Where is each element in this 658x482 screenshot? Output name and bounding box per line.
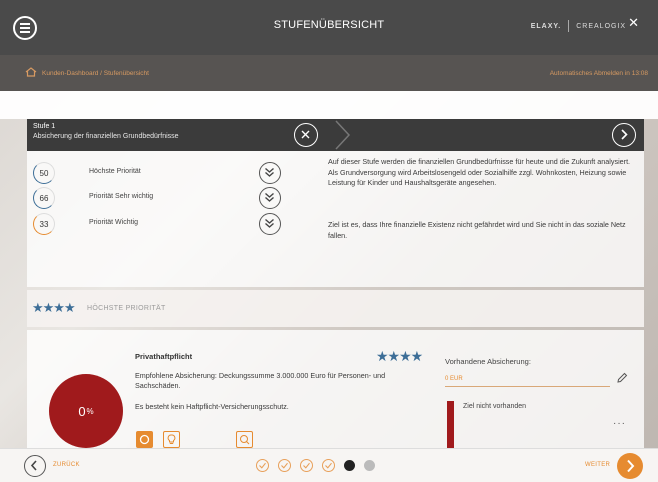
- step-done-icon[interactable]: [278, 459, 291, 472]
- lightbulb-icon: [167, 434, 176, 444]
- magnify-icon: [139, 434, 150, 445]
- chevron-left-icon: [30, 460, 37, 471]
- priority-count: 50: [33, 162, 55, 184]
- priority-label: Priorität Sehr wichtig: [89, 193, 154, 200]
- back-button[interactable]: [24, 455, 46, 477]
- existing-coverage-value[interactable]: 0 EUR: [445, 376, 463, 382]
- back-label[interactable]: ZURÜCK: [53, 462, 80, 468]
- product-stars: ★★★★: [376, 348, 423, 364]
- search-icon: [240, 435, 250, 445]
- top-bar: STUFENÜBERSICHT ELAXY. CREALOGIX ✕: [0, 0, 658, 55]
- level-header: Stufe 1 Absicherung der finanziellen Gru…: [27, 119, 644, 151]
- section-title: HÖCHSTE PRIORITÄT: [87, 305, 166, 312]
- step-indicator: [256, 459, 375, 472]
- priority-row: 66 Priorität Sehr wichtig: [27, 187, 297, 209]
- step-done-icon[interactable]: [256, 459, 269, 472]
- coverage-percent-value: 0: [78, 403, 86, 419]
- brand-crealogix: CREALOGIX: [576, 22, 627, 30]
- search-button[interactable]: [236, 431, 253, 448]
- coverage-percent-circle: 0%: [49, 374, 123, 448]
- input-underline: [445, 386, 610, 387]
- percent-sign: %: [86, 406, 94, 416]
- existing-coverage-label: Vorhandene Absicherung:: [445, 357, 531, 366]
- priority-label: Höchste Priorität: [89, 168, 141, 175]
- brand-elaxy: ELAXY.: [530, 22, 562, 30]
- section-stars: ★★★★: [32, 300, 76, 315]
- close-level-button[interactable]: [294, 123, 318, 147]
- spacer-strip: [0, 91, 658, 119]
- next-label[interactable]: WEITER: [585, 462, 610, 468]
- breadcrumb-bar: Kunden-Dashboard / Stufenübersicht Autom…: [0, 55, 658, 91]
- step-done-icon[interactable]: [322, 459, 335, 472]
- priority-label: Priorität Wichtig: [89, 219, 139, 226]
- level-explanation: Auf dieser Stufe werden die finanziellen…: [328, 157, 631, 187]
- recommended-coverage: Empfohlene Absicherung: Deckungssumme 3.…: [135, 371, 386, 390]
- breadcrumb[interactable]: Kunden-Dashboard / Stufenübersicht: [42, 70, 149, 77]
- priority-count: 66: [33, 187, 55, 209]
- expand-priority-button[interactable]: [259, 213, 281, 235]
- close-icon: [301, 130, 310, 139]
- brand-star-icon: ✕: [628, 15, 640, 30]
- next-button[interactable]: [617, 453, 643, 479]
- double-chevron-down-icon: [265, 192, 274, 202]
- details-button[interactable]: [136, 431, 153, 448]
- advice-button[interactable]: [163, 431, 180, 448]
- product-card: 0% Privathaftpflicht ★★★★ Empfohlene Abs…: [27, 330, 644, 448]
- level-detail-panel: 50 Höchste Priorität 66 Priorität Sehr w…: [27, 151, 644, 287]
- auto-logout-timer: Automatisches Abmelden in 13:08: [549, 70, 648, 77]
- product-title: Privathaftpflicht: [135, 352, 193, 361]
- double-chevron-down-icon: [265, 218, 274, 228]
- goal-status: Ziel nicht vorhanden: [463, 403, 527, 410]
- pencil-icon[interactable]: [616, 372, 628, 384]
- chevron-right-icon: [627, 459, 635, 473]
- step-current-dot[interactable]: [344, 460, 355, 471]
- step-done-icon[interactable]: [300, 459, 313, 472]
- priority-row: 50 Höchste Priorität: [27, 162, 297, 184]
- expand-priority-button[interactable]: [259, 162, 281, 184]
- next-level-button[interactable]: [612, 123, 636, 147]
- coverage-status: Es besteht kein Haftpflicht-Versicherung…: [135, 402, 289, 411]
- more-options-icon[interactable]: ···: [613, 418, 626, 429]
- chevron-right-icon: [621, 129, 628, 140]
- expand-priority-button[interactable]: [259, 187, 281, 209]
- home-icon[interactable]: [25, 67, 37, 77]
- brand-logo: ELAXY. CREALOGIX ✕: [530, 15, 640, 32]
- priority-section-header: ★★★★ HÖCHSTE PRIORITÄT: [27, 290, 644, 327]
- level-goal: Ziel ist es, dass Ihre finanzielle Exist…: [328, 220, 626, 240]
- footer-nav: ZURÜCK WEITER: [0, 448, 658, 482]
- level-number: Stufe 1: [33, 123, 56, 130]
- coverage-gap-bar: [447, 401, 454, 448]
- priority-count: 33: [33, 213, 55, 235]
- double-chevron-down-icon: [265, 167, 274, 177]
- priority-row: 33 Priorität Wichtig: [27, 213, 297, 235]
- chevron-right-icon: [335, 120, 351, 150]
- level-description: Absicherung der finanziellen Grundbedürf…: [33, 133, 179, 140]
- step-future-dot[interactable]: [364, 460, 375, 471]
